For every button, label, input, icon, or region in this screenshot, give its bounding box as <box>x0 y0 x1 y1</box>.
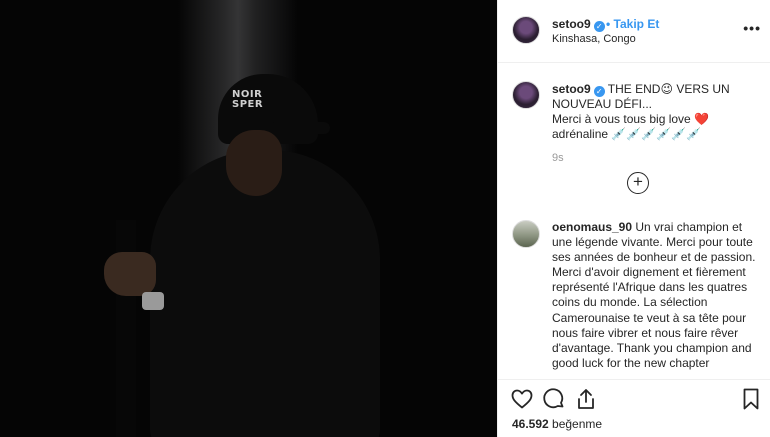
share-icon[interactable] <box>574 387 598 411</box>
separator-dot: • <box>606 17 611 31</box>
caption-line2: Merci à vous tous big love ❤️ <box>552 112 710 126</box>
author-username[interactable]: setoo9 ✓ <box>552 17 605 32</box>
caption-timestamp[interactable]: 9s <box>552 152 564 164</box>
caption-author-avatar[interactable] <box>512 81 540 109</box>
location-link[interactable]: Kinshasa, Congo <box>552 33 636 45</box>
bookmark-icon[interactable] <box>739 387 763 411</box>
comment-text: oenomaus_90 Un vrai champion et une lége… <box>552 220 758 371</box>
cap-brim <box>270 122 330 134</box>
caption-verified-icon: ✓ <box>593 86 605 97</box>
commenter-avatar[interactable] <box>512 220 540 248</box>
caption-text: setoo9 ✓ THE END😉 VERS UN NOUVEAU DÉFI...… <box>552 82 757 142</box>
cap-logo-text: NOIR SPER <box>232 90 263 110</box>
author-avatar[interactable] <box>512 16 540 44</box>
heart-icon[interactable] <box>510 387 534 411</box>
caption-username[interactable]: setoo9 <box>552 82 591 96</box>
post-photo[interactable]: NOIR SPER <box>0 0 497 437</box>
cap-text-line2: SPER <box>232 99 264 110</box>
post-actions: 46.592 beğenme <box>498 379 770 437</box>
more-options-icon[interactable]: ••• <box>743 20 761 36</box>
post-header: setoo9 ✓ • Takip Et Kinshasa, Congo ••• <box>498 0 770 63</box>
verified-icon: ✓ <box>593 21 605 32</box>
watch <box>142 292 164 310</box>
comment-icon[interactable] <box>542 387 566 411</box>
likes-count[interactable]: 46.592 beğenme <box>512 417 602 431</box>
commenter-username[interactable]: oenomaus_90 <box>552 220 632 234</box>
comment-body: Un vrai champion et une légende vivante.… <box>552 220 756 370</box>
load-more-comments-icon[interactable]: + <box>627 172 649 194</box>
author-username-text[interactable]: setoo9 <box>552 17 591 31</box>
caption-line3: adrénaline 💉💉💉💉💉💉 <box>552 127 702 141</box>
hand <box>104 252 156 296</box>
follow-button[interactable]: • Takip Et <box>606 17 659 31</box>
follow-label[interactable]: Takip Et <box>614 17 660 31</box>
likes-label: beğenme <box>548 417 603 431</box>
face <box>226 130 282 196</box>
likes-number[interactable]: 46.592 <box>512 417 549 431</box>
post-side-panel: setoo9 ✓ • Takip Et Kinshasa, Congo ••• s… <box>497 0 770 437</box>
